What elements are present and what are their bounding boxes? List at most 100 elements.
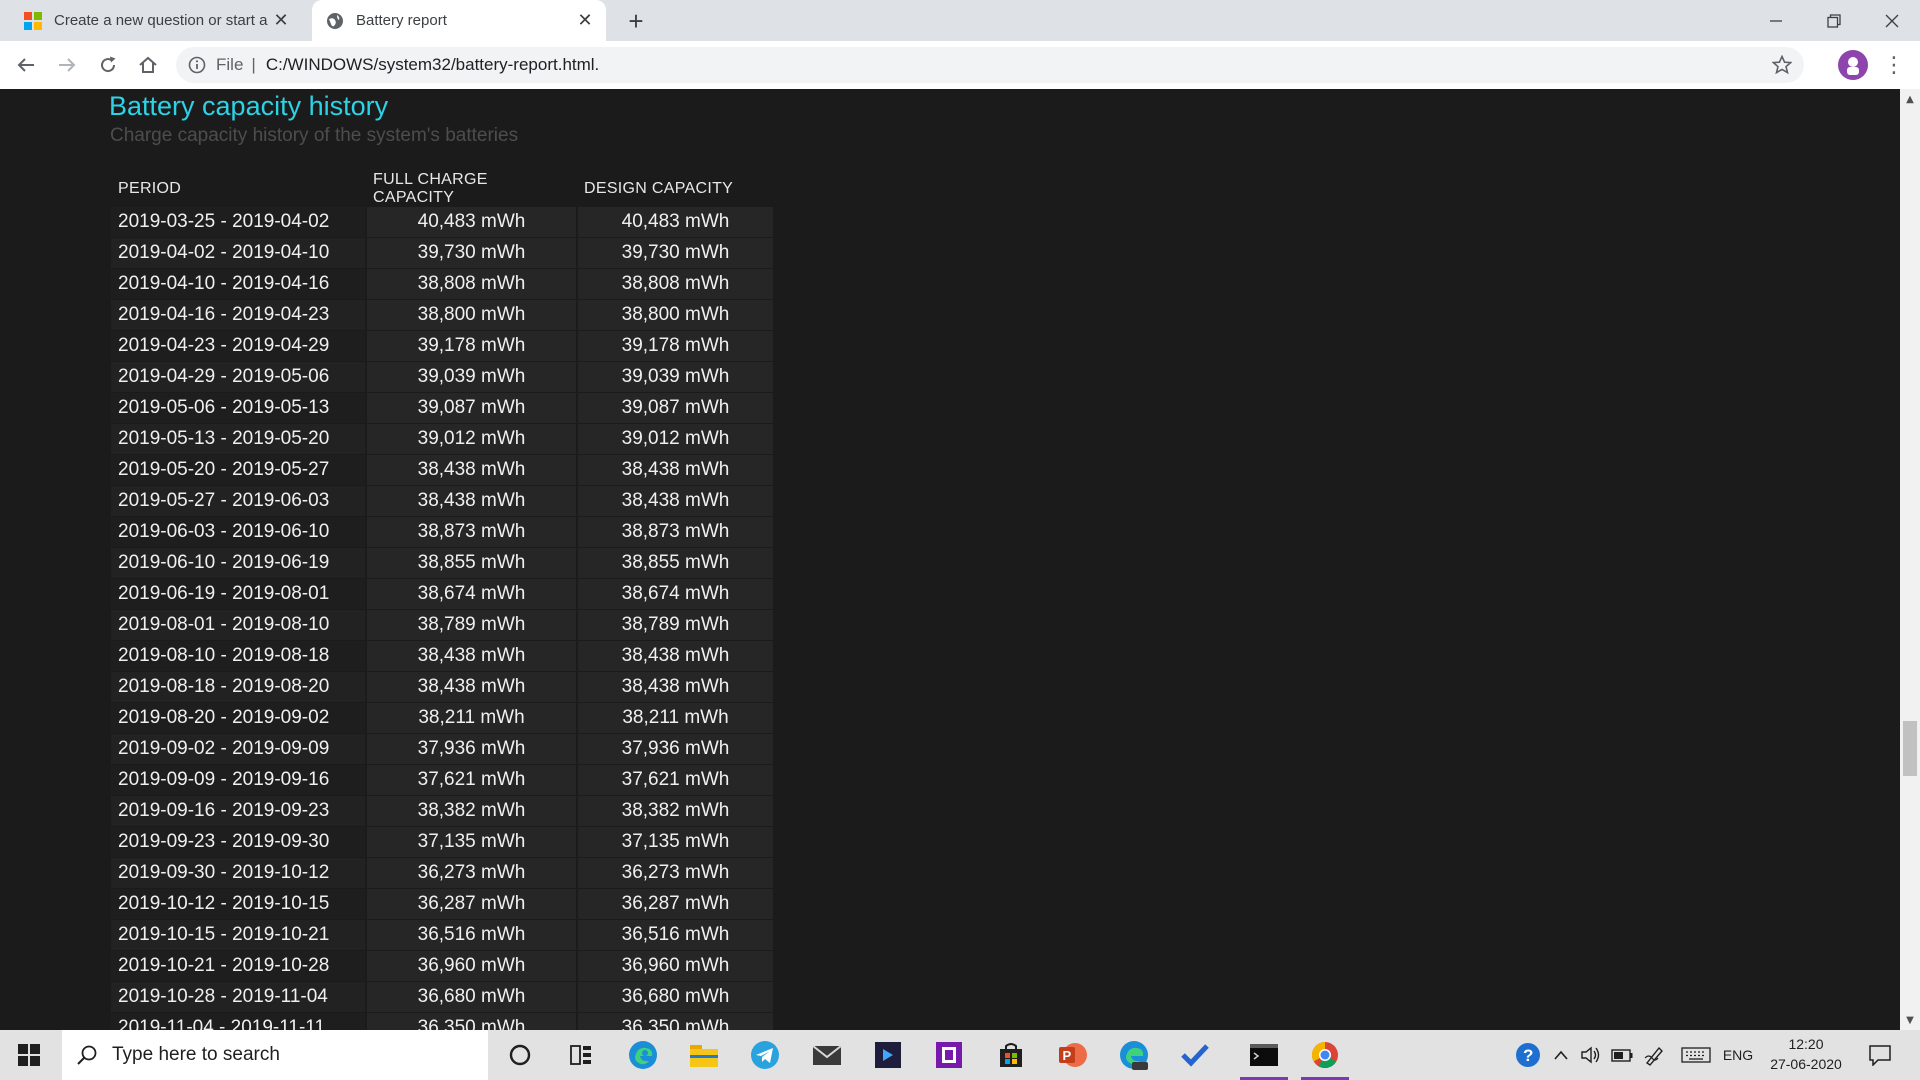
- full-charge-capacity-cell: 39,039 mWh: [365, 361, 578, 393]
- period-cell: 2019-05-27 - 2019-06-03: [111, 485, 366, 517]
- column-header-full-charge: FULL CHARGE CAPACITY: [373, 171, 488, 206]
- table-row: 2019-11-04 - 2019-11-11 36,350 mWh 36,350 …: [111, 1012, 773, 1030]
- table-row: 2019-08-10 - 2019-08-18 38,438 mWh 38,438 …: [111, 640, 773, 672]
- vertical-scrollbar[interactable]: ▲ ▼: [1900, 89, 1920, 1030]
- table-row: 2019-06-03 - 2019-06-10 38,873 mWh 38,873 …: [111, 516, 773, 548]
- tab-microsoft-answers[interactable]: Create a new question or start a ✕: [10, 0, 302, 41]
- table-row: 2019-05-20 - 2019-05-27 38,438 mWh 38,438 …: [111, 454, 773, 486]
- table-row: 2019-10-21 - 2019-10-28 36,960 mWh 36,960 …: [111, 950, 773, 982]
- notifications-icon[interactable]: [1862, 1030, 1898, 1080]
- design-capacity-cell: 38,211 mWh: [577, 702, 773, 734]
- telegram-icon[interactable]: [737, 1035, 793, 1075]
- full-charge-capacity-cell: 38,438 mWh: [365, 640, 578, 672]
- restore-button[interactable]: [1806, 0, 1862, 41]
- period-cell: 2019-09-02 - 2019-09-09: [111, 733, 366, 765]
- design-capacity-cell: 39,087 mWh: [577, 392, 773, 424]
- design-capacity-cell: 38,438 mWh: [577, 454, 773, 486]
- volume-icon[interactable]: [1578, 1030, 1604, 1080]
- close-tab-icon[interactable]: ✕: [268, 8, 294, 34]
- tab-title: Battery report: [356, 12, 447, 29]
- bookmark-star-icon[interactable]: [1772, 55, 1792, 75]
- period-cell: 2019-03-25 - 2019-04-02: [111, 207, 366, 238]
- period-cell: 2019-04-23 - 2019-04-29: [111, 330, 366, 362]
- design-capacity-cell: 36,516 mWh: [577, 919, 773, 951]
- store-icon[interactable]: [983, 1035, 1039, 1075]
- edge-beta-icon[interactable]: [1106, 1035, 1162, 1075]
- period-cell: 2019-05-20 - 2019-05-27: [111, 454, 366, 486]
- address-bar[interactable]: File | C:/WINDOWS/system32/battery-repor…: [176, 47, 1804, 83]
- full-charge-capacity-cell: 36,960 mWh: [365, 950, 578, 982]
- forward-button[interactable]: [51, 49, 83, 81]
- scroll-thumb[interactable]: [1903, 721, 1917, 776]
- reload-button[interactable]: [92, 49, 124, 81]
- taskbar-search-box[interactable]: Type here to search: [62, 1030, 488, 1080]
- clock-time: 12:20: [1788, 1036, 1824, 1052]
- touch-keyboard-icon[interactable]: [1680, 1030, 1712, 1080]
- terminal-icon[interactable]: [1236, 1035, 1292, 1080]
- period-cell: 2019-09-16 - 2019-09-23: [111, 795, 366, 827]
- visual-studio-icon[interactable]: [860, 1035, 916, 1075]
- minimize-icon: [1770, 19, 1782, 22]
- svg-text:?: ?: [1523, 1046, 1533, 1065]
- browser-menu-button[interactable]: ⋮: [1882, 50, 1906, 80]
- table-row: 2019-04-02 - 2019-04-10 39,730 mWh 39,730 …: [111, 237, 773, 269]
- close-window-button[interactable]: [1864, 0, 1920, 41]
- start-button[interactable]: [0, 1030, 58, 1080]
- table-row: 2019-04-16 - 2019-04-23 38,800 mWh 38,800 …: [111, 299, 773, 331]
- cortana-icon[interactable]: [492, 1035, 548, 1075]
- tab-battery-report[interactable]: Battery report ✕: [312, 0, 606, 41]
- full-charge-capacity-cell: 40,483 mWh: [365, 207, 578, 238]
- period-cell: 2019-06-10 - 2019-06-19: [111, 547, 366, 579]
- design-capacity-cell: 36,680 mWh: [577, 981, 773, 1013]
- edge-icon[interactable]: [615, 1035, 671, 1075]
- full-charge-capacity-cell: 37,135 mWh: [365, 826, 578, 858]
- chrome-icon[interactable]: [1297, 1035, 1353, 1080]
- table-row: 2019-09-23 - 2019-09-30 37,135 mWh 37,135 …: [111, 826, 773, 858]
- close-tab-icon[interactable]: ✕: [572, 8, 598, 34]
- design-capacity-cell: 39,012 mWh: [577, 423, 773, 455]
- profile-avatar[interactable]: [1838, 50, 1868, 80]
- table-row: 2019-10-28 - 2019-11-04 36,680 mWh 36,680 …: [111, 981, 773, 1013]
- minimize-button[interactable]: [1748, 0, 1804, 41]
- period-cell: 2019-05-06 - 2019-05-13: [111, 392, 366, 424]
- show-hidden-icons-chevron-icon[interactable]: [1548, 1030, 1574, 1080]
- powerpoint-icon[interactable]: P: [1044, 1035, 1100, 1075]
- full-charge-capacity-cell: 37,621 mWh: [365, 764, 578, 796]
- file-explorer-icon[interactable]: [676, 1035, 732, 1075]
- column-header-period: PERIOD: [118, 180, 182, 197]
- scroll-down-arrow-icon[interactable]: ▼: [1900, 1012, 1920, 1028]
- home-button[interactable]: [132, 49, 164, 81]
- input-language[interactable]: ENG: [1716, 1030, 1760, 1080]
- period-cell: 2019-04-16 - 2019-04-23: [111, 299, 366, 331]
- design-capacity-cell: 38,438 mWh: [577, 671, 773, 703]
- new-tab-button[interactable]: +: [620, 5, 652, 37]
- table-row: 2019-04-23 - 2019-04-29 39,178 mWh 39,178 …: [111, 330, 773, 362]
- onenote-icon[interactable]: [921, 1035, 977, 1075]
- table-row: 2019-08-01 - 2019-08-10 38,789 mWh 38,789 …: [111, 609, 773, 641]
- table-body: 2019-03-25 - 2019-04-02 40,483 mWh 40,483 …: [111, 207, 773, 1030]
- todo-icon[interactable]: [1167, 1035, 1223, 1075]
- period-cell: 2019-04-29 - 2019-05-06: [111, 361, 366, 393]
- pen-workspace-icon[interactable]: [1641, 1030, 1669, 1080]
- mail-icon[interactable]: [799, 1035, 855, 1075]
- avatar-icon: [1847, 57, 1859, 75]
- section-subheading: Charge capacity history of the system's …: [110, 125, 519, 146]
- task-view-icon[interactable]: [553, 1035, 609, 1075]
- taskbar-clock[interactable]: 12:20 27-06-2020: [1766, 1034, 1846, 1074]
- back-button[interactable]: [10, 49, 42, 81]
- browser-toolbar: File | C:/WINDOWS/system32/battery-repor…: [0, 41, 1920, 90]
- scroll-up-arrow-icon[interactable]: ▲: [1900, 91, 1920, 107]
- search-icon: [77, 1045, 97, 1065]
- table-header-row: PERIOD FULL CHARGE CAPACITY DESIGN CAPAC…: [111, 171, 773, 207]
- full-charge-capacity-cell: 38,382 mWh: [365, 795, 578, 827]
- tab-title: Create a new question or start a: [54, 12, 268, 29]
- full-charge-capacity-cell: 38,211 mWh: [365, 702, 578, 734]
- design-capacity-cell: 39,178 mWh: [577, 330, 773, 362]
- table-row: 2019-09-16 - 2019-09-23 38,382 mWh 38,382 …: [111, 795, 773, 827]
- help-icon[interactable]: ?: [1510, 1030, 1546, 1080]
- battery-icon[interactable]: [1608, 1030, 1636, 1080]
- table-row: 2019-05-06 - 2019-05-13 39,087 mWh 39,087 …: [111, 392, 773, 424]
- full-charge-capacity-cell: 39,178 mWh: [365, 330, 578, 362]
- design-capacity-cell: 36,960 mWh: [577, 950, 773, 982]
- design-capacity-cell: 38,674 mWh: [577, 578, 773, 610]
